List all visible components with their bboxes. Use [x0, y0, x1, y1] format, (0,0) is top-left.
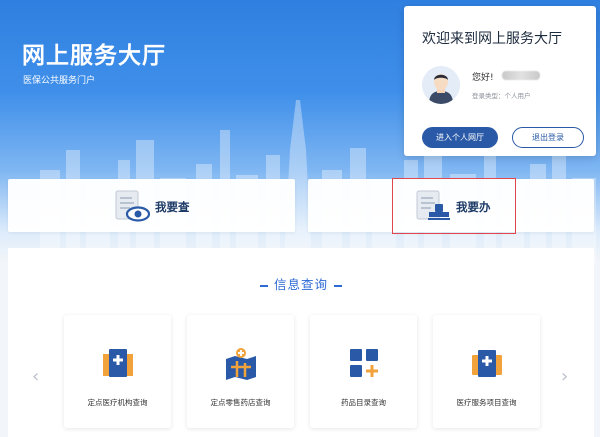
chevron-right-icon[interactable]: ›: [561, 366, 568, 387]
info-query-panel: 信息查询 ‹ › 定点医疗机构查询 定点零售药店查询 药品目录查询 医疗服务项目…: [8, 248, 594, 437]
title-dash-left: [259, 284, 268, 287]
query-action-card[interactable]: 我要查: [8, 179, 295, 232]
user-avatar: [422, 66, 460, 104]
tile-drug-catalog-query[interactable]: 药品目录查询: [310, 315, 417, 428]
user-avatar-icon: [422, 66, 460, 104]
logout-button[interactable]: 退出登录: [512, 127, 584, 148]
query-action-label: 我要查: [155, 200, 190, 214]
tile-label: 医疗服务项目查询: [456, 398, 517, 407]
handle-action-card[interactable]: 我要办: [308, 179, 594, 232]
welcome-title: 欢迎来到网上服务大厅: [422, 31, 562, 47]
title-dash-right: [334, 284, 342, 287]
tile-label: 药品目录查询: [341, 398, 386, 407]
document-eye-icon: [115, 190, 150, 222]
portal-title: 网上服务大厅: [22, 43, 166, 69]
document-stamp-icon: [416, 190, 450, 220]
chevron-left-icon[interactable]: ‹: [32, 366, 39, 387]
greeting-text: 您好!: [472, 73, 494, 83]
tile-label: 定点零售药店查询: [210, 398, 271, 407]
tile-hospital-query[interactable]: 定点医疗机构查询: [64, 315, 171, 428]
hospital-icon: [103, 349, 133, 377]
masked-username: [502, 71, 540, 80]
enter-personal-hall-button[interactable]: 进入个人网厅: [422, 127, 498, 148]
section-title: 信息查询: [8, 274, 594, 293]
medical-kit-icon: [472, 350, 502, 377]
portal-subtitle: 医保公共服务门户: [23, 76, 96, 86]
welcome-card: 欢迎来到网上服务大厅 您好! 登录类型：个人用户 进入个人网厅 退出登录: [404, 6, 596, 156]
tile-pharmacy-query[interactable]: 定点零售药店查询: [187, 315, 294, 428]
login-type: 登录类型：个人用户: [472, 92, 531, 100]
tile-label: 定点医疗机构查询: [87, 398, 148, 407]
catalog-grid-icon: [350, 349, 378, 377]
handle-action-label: 我要办: [456, 200, 491, 214]
section-title-text: 信息查询: [273, 277, 328, 292]
pharmacy-map-icon: [226, 348, 256, 380]
tile-medical-service-query[interactable]: 医疗服务项目查询: [433, 315, 540, 428]
